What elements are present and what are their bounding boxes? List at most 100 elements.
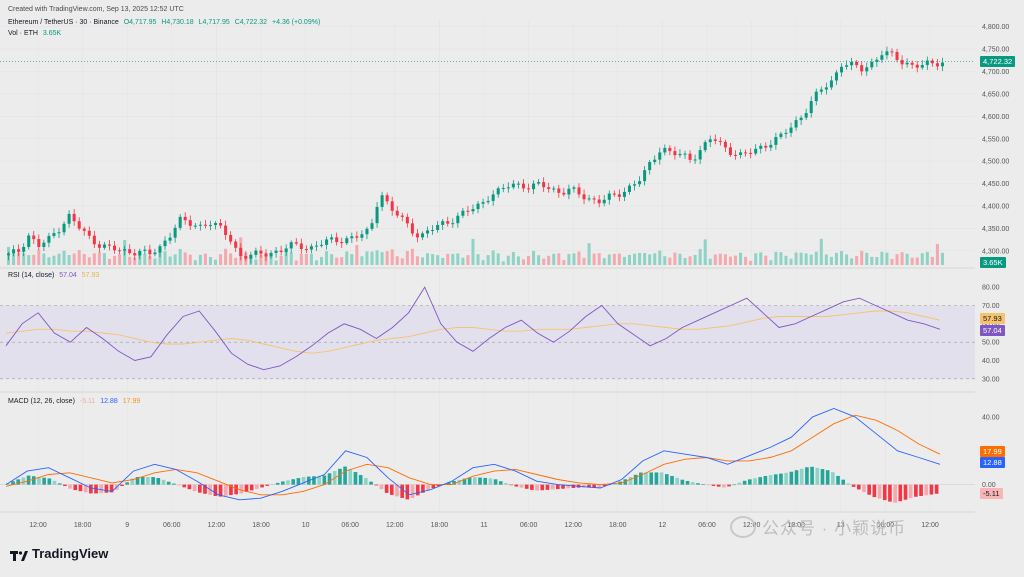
volume-bar	[930, 256, 934, 265]
rsi-tick-label: 40.00	[982, 358, 1000, 365]
volume-bar	[82, 254, 86, 265]
macd-hist-bar	[633, 474, 638, 485]
volume-bar	[153, 258, 157, 265]
candle-body	[188, 220, 192, 226]
volume-bar	[32, 254, 36, 265]
macd-hist-bar	[172, 483, 176, 485]
volume-bar	[67, 255, 71, 265]
macd-hist-bar	[831, 472, 835, 485]
candle-body	[12, 249, 16, 254]
macd-hist-bar	[400, 484, 404, 498]
volume-bar	[289, 252, 293, 265]
macd-hist-bar	[737, 482, 742, 485]
macd-hist-bar	[680, 479, 685, 485]
volume-bar	[552, 253, 556, 265]
candle-body	[249, 254, 253, 259]
macd-hist-bar	[296, 478, 301, 485]
candle-body	[335, 237, 339, 243]
volume-bar	[385, 251, 389, 265]
rsi-legend[interactable]: RSI (14, close) 57.04 57.93	[8, 272, 102, 279]
macd-hist-bar	[784, 472, 788, 485]
macd-hist-bar	[358, 475, 363, 485]
volume-bar	[759, 252, 763, 265]
macd-hist-bar	[239, 484, 244, 494]
volume-bar	[420, 257, 425, 265]
macd-hist-bar	[343, 466, 347, 485]
macd-hist-bar	[706, 484, 711, 486]
volume-bar	[466, 255, 470, 265]
volume-bar	[102, 253, 106, 265]
volume-bar	[113, 255, 117, 265]
price-badge: 4,722.32	[980, 56, 1016, 67]
volume-legend[interactable]: Vol · ETH 3.65K	[8, 30, 64, 37]
macd-hist-bar	[260, 484, 264, 488]
macd-hist-bar	[524, 484, 529, 489]
volume-bar	[415, 256, 419, 265]
candle-body	[516, 183, 520, 185]
candle-body	[683, 153, 687, 155]
macd-hist-bar	[104, 484, 109, 493]
rsi-pane	[0, 286, 975, 380]
candle-body	[663, 147, 667, 153]
macd-hist-bar	[628, 477, 633, 485]
volume-bar	[693, 254, 697, 265]
volume-bar	[173, 254, 177, 265]
candle-body	[895, 51, 899, 61]
candle-body	[198, 224, 202, 226]
chart-canvas[interactable]: 4,800.00 4,750.00 4,700.00 4,650.00 4,600.00…	[0, 0, 1024, 572]
volume-bar	[188, 254, 192, 265]
candle-body	[234, 241, 238, 248]
candle-body	[314, 245, 318, 247]
macd-hist-bar	[519, 484, 524, 488]
candle-body	[905, 62, 909, 65]
candle-body	[259, 250, 263, 254]
tradingview-logo[interactable]: TradingView	[10, 546, 108, 561]
volume-bar	[224, 248, 228, 265]
candle-body	[653, 159, 657, 163]
macd-hist-bar	[888, 484, 892, 502]
candle-body	[17, 249, 21, 252]
macd-hist-bar	[467, 477, 472, 485]
volume-bar	[739, 252, 743, 265]
macd-hist-bar	[140, 477, 145, 485]
time-tick-label: 18:00	[74, 522, 92, 529]
candle-body	[72, 213, 76, 222]
price-tick-label: 4,350.00	[982, 226, 1009, 233]
macd-hist-bar	[919, 484, 923, 497]
candle-body	[62, 223, 66, 233]
macd-signal-badge: 17.99	[980, 446, 1005, 457]
price-legend[interactable]: Ethereum / TetherUS · 30 · Binance O4,71…	[8, 19, 323, 26]
macd-hist-bar	[291, 479, 296, 485]
candle-body	[890, 51, 894, 53]
macd-hist-bar	[550, 484, 555, 490]
candle-body	[920, 65, 924, 68]
macd-hist-bar	[535, 484, 539, 491]
volume-bar	[471, 238, 475, 265]
chart-stage[interactable]: 4,800.00 4,750.00 4,700.00 4,650.00 4,600.00…	[0, 0, 1024, 572]
volume-bar	[107, 258, 112, 265]
volume-bar	[749, 260, 753, 265]
rsi-label: RSI (14, close)	[8, 272, 55, 279]
macd-hist-bar	[898, 484, 903, 502]
volume-bar	[834, 252, 838, 265]
macd-legend[interactable]: MACD (12, 26, close) -5.11 12.88 17.99	[8, 398, 143, 405]
macd-hist-bar	[255, 484, 259, 489]
candle-body	[491, 194, 495, 201]
volume-bar	[557, 253, 561, 265]
macd-hist-bar	[234, 484, 238, 495]
macd-hist-bar	[805, 467, 809, 485]
macd-hist-bar	[369, 481, 373, 485]
symbol-title[interactable]: Ethereum / TetherUS · 30 · Binance	[8, 19, 119, 26]
macd-hist-bar	[748, 479, 752, 485]
candle-body	[526, 188, 531, 190]
macd-hist-bar	[270, 484, 275, 485]
candle-body	[284, 248, 288, 253]
macd-hist-bar	[197, 484, 202, 493]
volume-bar	[940, 252, 944, 265]
candle-body	[148, 249, 152, 255]
macd-hist-bar	[722, 484, 726, 488]
candle-body	[597, 199, 601, 204]
rsi-tick-label: 30.00	[982, 376, 1000, 383]
macd-hist-bar	[78, 484, 83, 492]
macd-hist-bar	[389, 484, 394, 495]
